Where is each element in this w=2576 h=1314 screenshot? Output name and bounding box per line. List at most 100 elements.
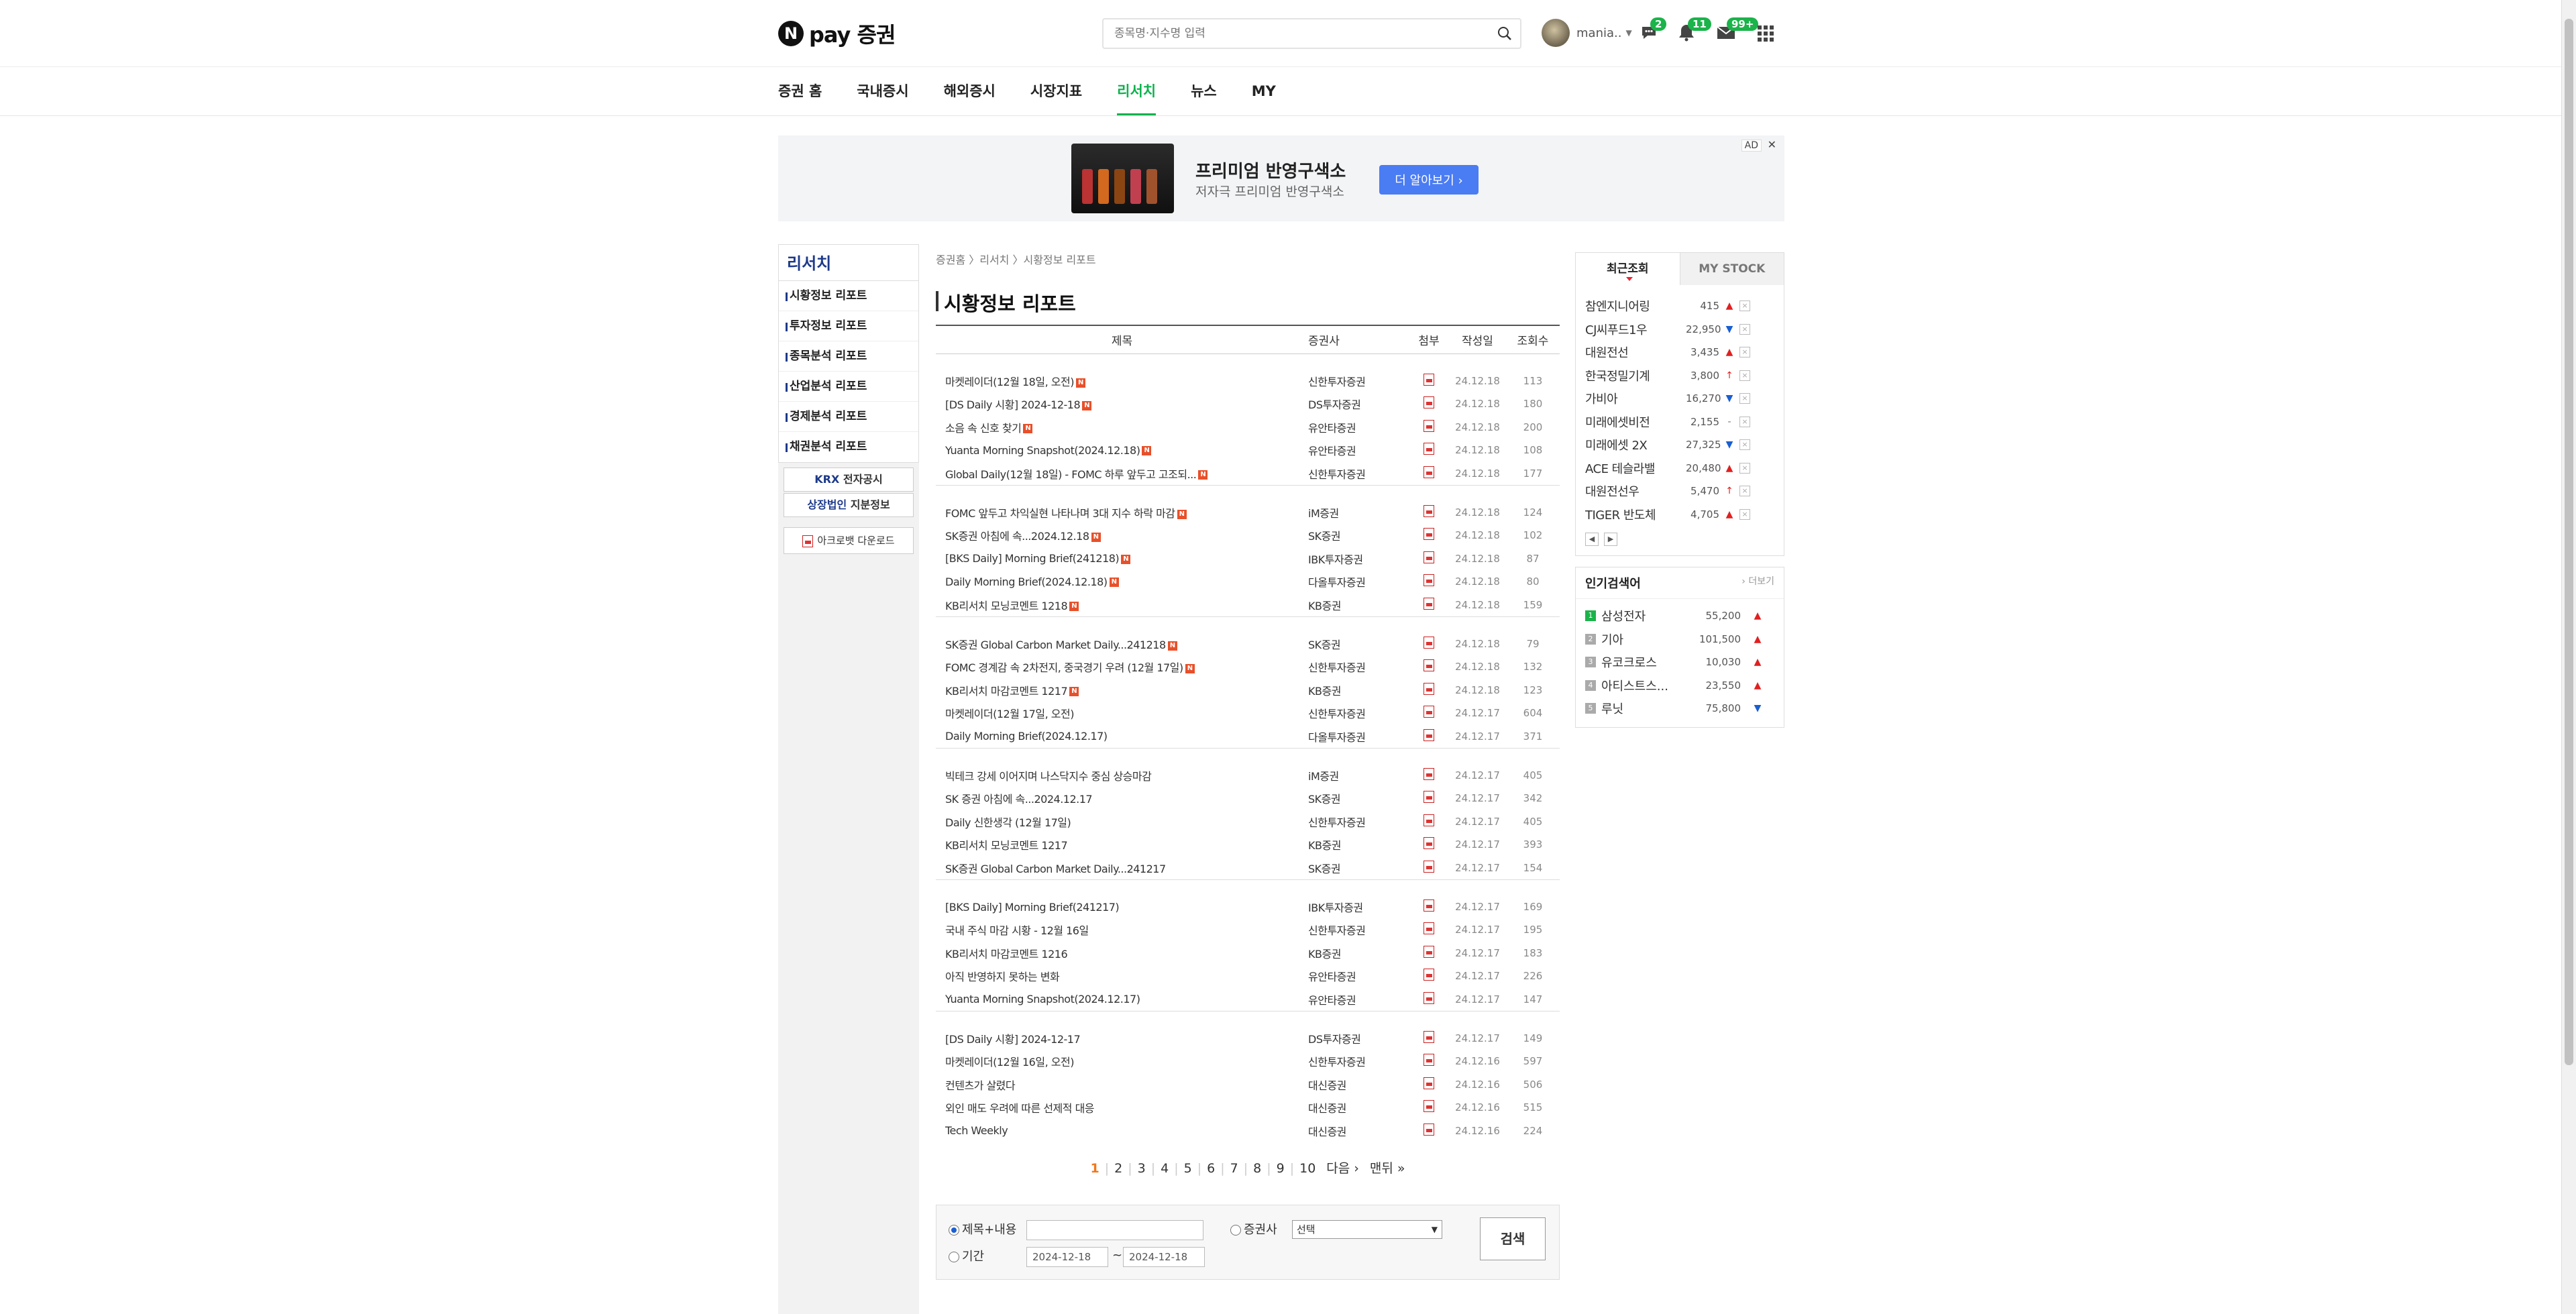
pdf-icon[interactable]	[1424, 1123, 1434, 1136]
pdf-icon[interactable]	[1424, 528, 1434, 541]
report-title[interactable]: 소음 속 신호 찾기	[945, 422, 1022, 435]
nav-overseas[interactable]: 해외증시	[944, 67, 996, 115]
report-title[interactable]: SK 증권 아침에 속...2024.12.17	[945, 793, 1093, 806]
pdf-icon[interactable]	[1424, 505, 1434, 518]
remove-icon[interactable]: ×	[1739, 439, 1750, 451]
pdf-icon[interactable]	[1424, 574, 1434, 587]
radio-firm[interactable]	[1230, 1225, 1241, 1236]
research-menu-title[interactable]: 리서치	[779, 245, 918, 281]
remove-icon[interactable]: ×	[1739, 462, 1750, 474]
recent-stock-row[interactable]: 미래에셋비전 2,155- ×	[1576, 410, 1784, 434]
next-arrow-icon[interactable]: ▶	[1604, 533, 1617, 546]
pdf-icon[interactable]	[1424, 1077, 1434, 1089]
pdf-icon[interactable]	[1424, 597, 1434, 610]
recent-stock-row[interactable]: 참엔지니어링 415 ▲ ×	[1576, 294, 1784, 318]
pdf-icon[interactable]	[1424, 791, 1434, 804]
report-title-cell[interactable]: Daily Morning Brief(2024.12.18) N	[936, 570, 1308, 594]
table-row[interactable]: KB리서치 마감코멘트 1217 N KB증권 24.12.18 123	[936, 679, 1560, 702]
page-link[interactable]: 6	[1207, 1161, 1215, 1176]
remove-icon[interactable]: ×	[1739, 300, 1750, 312]
remove-icon[interactable]: ×	[1739, 323, 1750, 335]
table-row[interactable]: Daily Morning Brief(2024.12.18) N 다올투자증권 24…	[936, 570, 1560, 594]
report-title-cell[interactable]: 마켓레이더(12월 16일, 오전)	[936, 1050, 1308, 1073]
report-title[interactable]: SK증권 아침에 속...2024.12.18	[945, 530, 1089, 543]
remove-icon[interactable]: ×	[1739, 486, 1750, 497]
pdf-icon[interactable]	[1424, 922, 1434, 935]
report-title-cell[interactable]: Global Daily(12월 18일) - FOMC 하루 앞두고 고조되.…	[936, 462, 1308, 486]
report-title[interactable]: 아직 반영하지 못하는 변화	[945, 971, 1060, 983]
popular-search-row[interactable]: 5 루닛 75,800 ▼	[1576, 697, 1784, 720]
listed-equity-link[interactable]: 상장법인 지분정보	[784, 493, 914, 517]
pdf-icon[interactable]	[1424, 945, 1434, 958]
table-row[interactable]: [BKS Daily] Morning Brief(241218) N IBK투자증…	[936, 547, 1560, 571]
report-title-cell[interactable]: [BKS Daily] Morning Brief(241217)	[936, 879, 1308, 918]
recent-stock-row[interactable]: 한국정밀기계 3,800 ↑ ×	[1576, 364, 1784, 388]
report-title[interactable]: 마켓레이더(12월 17일, 오전)	[945, 708, 1074, 720]
search-input[interactable]	[1104, 19, 1479, 48]
pdf-icon[interactable]	[1424, 396, 1434, 409]
keyword-input[interactable]	[1026, 1220, 1203, 1240]
krx-disclosure-link[interactable]: KRX 전자공시	[784, 468, 914, 492]
chat-icon[interactable]: 2	[1640, 17, 1667, 43]
naver-pay-logo[interactable]: N pay 증권	[778, 20, 896, 48]
nav-research[interactable]: 리서치	[1117, 67, 1156, 116]
report-title-cell[interactable]: FOMC 경계감 속 2차전지, 중국경기 우려 (12월 17일) N	[936, 655, 1308, 679]
vertical-scrollbar[interactable]	[2561, 0, 2576, 1314]
table-row[interactable]: SK증권 Global Carbon Market Daily...241218…	[936, 616, 1560, 655]
popular-search-row[interactable]: 4 아티스트스... 23,550 ▲	[1576, 674, 1784, 698]
apps-grid-icon[interactable]	[1758, 25, 1774, 42]
report-title-cell[interactable]: KB리서치 모닝코멘트 1218 N	[936, 594, 1308, 617]
menu-economy-report[interactable]: 경제분석 리포트	[779, 402, 918, 432]
menu-invest-report[interactable]: 투자정보 리포트	[779, 311, 918, 341]
table-row[interactable]: Daily 신한생각 (12월 17일) 신한투자증권 24.12.17 405	[936, 810, 1560, 834]
recent-stock-name[interactable]: 대원전선우	[1585, 482, 1686, 500]
table-row[interactable]: [DS Daily 시황] 2024-12-17 DS투자증권 24.12.17 14…	[936, 1010, 1560, 1050]
page-link[interactable]: 2	[1114, 1161, 1122, 1176]
nav-my[interactable]: MY	[1252, 67, 1276, 115]
table-row[interactable]: [BKS Daily] Morning Brief(241217) IBK투자증권…	[936, 879, 1560, 918]
table-row[interactable]: 마켓레이더(12월 17일, 오전) 신한투자증권 24.12.17 604	[936, 702, 1560, 725]
page-link[interactable]: 3	[1138, 1161, 1146, 1176]
table-row[interactable]: SK증권 아침에 속...2024.12.18 N SK증권 24.12.18 102	[936, 524, 1560, 547]
radio-title-content[interactable]	[949, 1225, 959, 1236]
report-title[interactable]: Daily Morning Brief(2024.12.18)	[945, 576, 1108, 588]
remove-icon[interactable]: ×	[1739, 393, 1750, 404]
report-title[interactable]: [BKS Daily] Morning Brief(241218)	[945, 552, 1120, 565]
report-title-cell[interactable]: 빅테크 강세 이어지며 나스닥지수 중심 상승마감	[936, 747, 1308, 787]
table-row[interactable]: Tech Weekly 대신증권 24.12.16 224	[936, 1119, 1560, 1143]
popular-more-link[interactable]: › 더보기	[1741, 574, 1774, 592]
table-row[interactable]: KB리서치 모닝코멘트 1218 N KB증권 24.12.18 159	[936, 594, 1560, 617]
report-title[interactable]: 마켓레이더(12월 16일, 오전)	[945, 1056, 1074, 1069]
pdf-icon[interactable]	[1424, 637, 1434, 649]
report-title-cell[interactable]: 컨텐츠가 살렸다	[936, 1073, 1308, 1097]
pdf-icon[interactable]	[1424, 419, 1434, 432]
table-row[interactable]: KB리서치 마감코멘트 1216 KB증권 24.12.17 183	[936, 942, 1560, 965]
report-title-cell[interactable]: Tech Weekly	[936, 1119, 1308, 1143]
report-title[interactable]: Yuanta Morning Snapshot(2024.12.17)	[945, 993, 1140, 1005]
table-row[interactable]: Yuanta Morning Snapshot(2024.12.17) 유안타증권…	[936, 988, 1560, 1011]
search-button[interactable]: 검색	[1480, 1217, 1546, 1260]
report-title[interactable]: KB리서치 마감코멘트 1216	[945, 948, 1068, 961]
menu-company-report[interactable]: 종목분석 리포트	[779, 341, 918, 372]
report-title[interactable]: 마켓레이더(12월 18일, 오전)	[945, 376, 1074, 388]
pdf-icon[interactable]	[1424, 659, 1434, 672]
table-row[interactable]: 외인 매도 우려에 따른 선제적 대응 대신증권 24.12.16 515	[936, 1096, 1560, 1119]
report-title-cell[interactable]: 마켓레이더(12월 18일, 오전) N	[936, 353, 1308, 392]
report-title[interactable]: 빅테크 강세 이어지며 나스닥지수 중심 상승마감	[945, 770, 1152, 783]
pdf-icon[interactable]	[1424, 551, 1434, 563]
date-to-input[interactable]	[1123, 1247, 1205, 1267]
recent-stock-name[interactable]: 참엔지니어링	[1585, 297, 1686, 315]
recent-stock-name[interactable]: 미래에셋 2X	[1585, 436, 1686, 453]
acrobat-download-button[interactable]: 아크로뱃 다운로드	[784, 527, 914, 554]
page-link[interactable]: 8	[1253, 1161, 1261, 1176]
pdf-icon[interactable]	[1424, 899, 1434, 912]
report-title-cell[interactable]: 아직 반영하지 못하는 변화	[936, 965, 1308, 988]
caret-down-icon[interactable]: ▼	[1625, 28, 1631, 38]
table-row[interactable]: 마켓레이더(12월 16일, 오전) 신한투자증권 24.12.16 597	[936, 1050, 1560, 1073]
report-title[interactable]: 국내 주식 마감 시황 - 12월 16일	[945, 924, 1089, 937]
pdf-icon[interactable]	[1424, 1031, 1434, 1044]
report-title-cell[interactable]: KB리서치 마감코멘트 1217 N	[936, 679, 1308, 702]
menu-market-report[interactable]: 시황정보 리포트	[779, 281, 918, 311]
page-link[interactable]: 7	[1230, 1161, 1238, 1176]
report-title-cell[interactable]: 국내 주식 마감 시황 - 12월 16일	[936, 918, 1308, 942]
